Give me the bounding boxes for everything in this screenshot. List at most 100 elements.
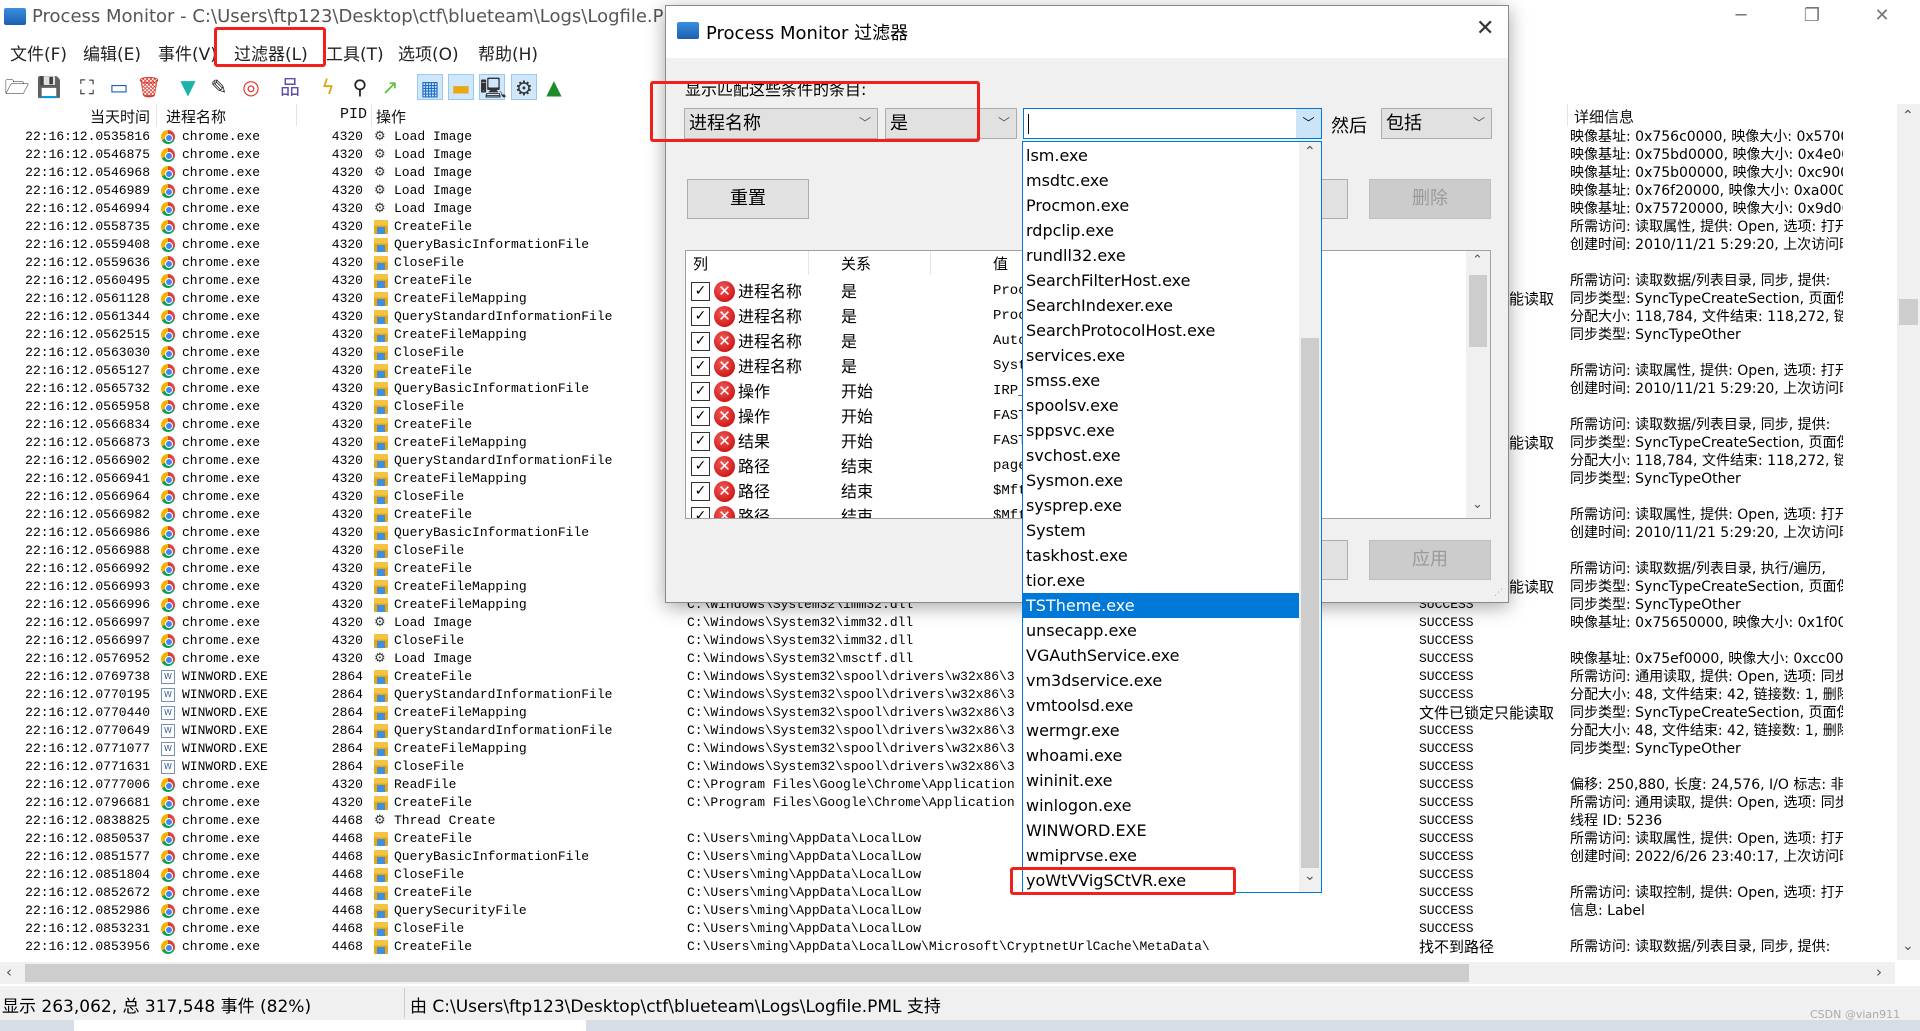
filter-icon[interactable]: ▼	[175, 74, 201, 100]
dropdown-option[interactable]: wermgr.exe	[1023, 718, 1299, 743]
value-input[interactable]: ﹀	[1023, 108, 1322, 139]
list-header-relation[interactable]: 关系	[841, 253, 871, 274]
scroll-up-icon[interactable]: ⌃	[1472, 253, 1483, 268]
dropdown-option[interactable]: rdpclip.exe	[1023, 218, 1299, 243]
dropdown-option[interactable]: Sysmon.exe	[1023, 468, 1299, 493]
table-row[interactable]: 22:16:12.0850537 chrome.exe 4468 CreateFile…	[0, 830, 1895, 848]
menu-item[interactable]: 事件(V)	[158, 40, 217, 65]
dropdown-option[interactable]: smss.exe	[1023, 368, 1299, 393]
dropdown-option[interactable]: sppsvc.exe	[1023, 418, 1299, 443]
filter-checkbox[interactable]: ✓	[691, 357, 710, 376]
scroll-up-icon[interactable]: ⌃	[1304, 144, 1316, 160]
target-icon[interactable]: ◎	[238, 74, 264, 100]
dropdown-option[interactable]: wmiprvse.exe	[1023, 843, 1299, 868]
scroll-down-icon[interactable]: ⌄	[1472, 497, 1483, 512]
highlight-icon[interactable]: ✎	[206, 74, 232, 100]
table-row[interactable]: 22:16:12.0777006 chrome.exe 4320 ReadFile C:…	[0, 776, 1895, 794]
table-row[interactable]: 22:16:12.0851804 chrome.exe 4468 CloseFile C…	[0, 866, 1895, 884]
list-header-column[interactable]: 列	[693, 253, 708, 274]
menu-item[interactable]: 编辑(E)	[83, 40, 141, 65]
registry-icon[interactable]: ▦	[417, 74, 443, 100]
scroll-down-icon[interactable]: ⌄	[1304, 868, 1316, 884]
hscroll-thumb[interactable]	[25, 964, 1469, 982]
table-row[interactable]: 22:16:12.0770649 W WINWORD.EXE 2864 QuerySta…	[0, 722, 1895, 740]
apply-button[interactable]: 应用	[1369, 540, 1491, 580]
delete-button[interactable]: 删除	[1369, 179, 1491, 219]
action-select[interactable]: 包括 ﹀	[1381, 108, 1492, 139]
dropdown-option[interactable]: unsecapp.exe	[1023, 618, 1299, 643]
jump-icon[interactable]: ↗	[377, 74, 403, 100]
table-row[interactable]: 22:16:12.0576952 chrome.exe 4320 ⚙ Load Imag…	[0, 650, 1895, 668]
lightning-icon[interactable]: ϟ	[315, 74, 341, 100]
filter-checkbox[interactable]: ✓	[691, 332, 710, 351]
menu-item[interactable]: 文件(F)	[10, 40, 67, 65]
table-row[interactable]: 22:16:12.0852986 chrome.exe 4468 QuerySecur…	[0, 902, 1895, 920]
find-icon[interactable]: ⚲	[347, 74, 373, 100]
header-process[interactable]: 进程名称	[166, 106, 226, 127]
scroll-thumb[interactable]	[1899, 299, 1918, 325]
scroll-down-icon[interactable]: ⌄	[1902, 938, 1914, 954]
dialog-close-icon[interactable]: ✕	[1476, 16, 1494, 41]
table-row[interactable]: 22:16:12.0566997 chrome.exe 4320 CloseFile C…	[0, 632, 1895, 650]
open-icon[interactable]: 🗁	[4, 74, 30, 100]
filter-checkbox[interactable]: ✓	[691, 382, 710, 401]
filter-checkbox[interactable]: ✓	[691, 282, 710, 301]
scroll-thumb[interactable]	[1469, 275, 1487, 347]
table-row[interactable]: 22:16:12.0796681 chrome.exe 4320 CreateFile…	[0, 794, 1895, 812]
dropdown-option[interactable]: msdtc.exe	[1023, 168, 1299, 193]
scroll-left-icon[interactable]: ‹	[6, 963, 12, 981]
dropdown-option[interactable]: System	[1023, 518, 1299, 543]
header-pid[interactable]: PID	[340, 106, 367, 123]
dropdown-option[interactable]: rundll32.exe	[1023, 243, 1299, 268]
header-time[interactable]: 当天时间	[90, 106, 150, 127]
horizontal-scrollbar[interactable]: ‹ ›	[0, 962, 1895, 984]
dropdown-option[interactable]: vmtoolsd.exe	[1023, 693, 1299, 718]
reset-button[interactable]: 重置	[687, 179, 809, 219]
dropdown-option[interactable]: WINWORD.EXE	[1023, 818, 1299, 843]
profiling-icon[interactable]: ▲	[541, 74, 567, 100]
dropdown-option[interactable]: lsm.exe	[1023, 143, 1299, 168]
table-row[interactable]: 22:16:12.0566997 chrome.exe 4320 ⚙ Load Imag…	[0, 614, 1895, 632]
table-row[interactable]: 22:16:12.0853956 chrome.exe 4468 CreateFile…	[0, 938, 1895, 956]
dropdown-option[interactable]: Procmon.exe	[1023, 193, 1299, 218]
menu-item[interactable]: 帮助(H)	[478, 40, 538, 65]
dropdown-option[interactable]: wininit.exe	[1023, 768, 1299, 793]
table-row[interactable]: 22:16:12.0770440 W WINWORD.EXE 2864 CreateFi…	[0, 704, 1895, 722]
dropdown-option[interactable]: services.exe	[1023, 343, 1299, 368]
table-row[interactable]: 22:16:12.0851577 chrome.exe 4468 QueryBasic…	[0, 848, 1895, 866]
table-row[interactable]: 22:16:12.0771077 W WINWORD.EXE 2864 CreateFi…	[0, 740, 1895, 758]
capture-window-icon[interactable]: ▭	[106, 74, 132, 100]
dropdown-option[interactable]: taskhost.exe	[1023, 543, 1299, 568]
vertical-scrollbar[interactable]: ⌃ ⌄	[1897, 104, 1920, 960]
dropdown-option[interactable]: winlogon.exe	[1023, 793, 1299, 818]
dropdown-option[interactable]: SearchProtocolHost.exe	[1023, 318, 1299, 343]
filter-checkbox[interactable]: ✓	[691, 407, 710, 426]
dropdown-option[interactable]: sysprep.exe	[1023, 493, 1299, 518]
minimize-button[interactable]: ─	[1721, 2, 1761, 30]
header-detail[interactable]: 详细信息	[1574, 106, 1634, 127]
list-header-value[interactable]: 值	[993, 253, 1008, 274]
filter-list-scrollbar[interactable]: ⌃ ⌄	[1466, 251, 1490, 518]
process-thread-icon[interactable]: ⚙	[511, 74, 537, 100]
dropdown-option[interactable]: vm3dservice.exe	[1023, 668, 1299, 693]
dropdown-option[interactable]: spoolsv.exe	[1023, 393, 1299, 418]
resize-grip-icon[interactable]: ⋰	[1494, 588, 1503, 598]
filter-checkbox[interactable]: ✓	[691, 482, 710, 501]
table-row[interactable]: 22:16:12.0771631 W WINWORD.EXE 2864 CloseFil…	[0, 758, 1895, 776]
autoscroll-icon[interactable]: ⛶	[74, 74, 100, 100]
value-dropdown-button[interactable]: ﹀	[1296, 109, 1321, 138]
save-icon[interactable]: 💾	[36, 74, 62, 100]
network-icon[interactable]: 🖳	[479, 74, 507, 100]
clear-icon[interactable]: 🗑	[136, 74, 162, 100]
scroll-up-icon[interactable]: ⌃	[1902, 108, 1914, 124]
dropdown-option[interactable]: whoami.exe	[1023, 743, 1299, 768]
table-row[interactable]: 22:16:12.0853231 chrome.exe 4468 CloseFile C…	[0, 920, 1895, 938]
close-window-button[interactable]: ✕	[1862, 2, 1902, 30]
table-row[interactable]: 22:16:12.0769738 W WINWORD.EXE 2864 CreateFi…	[0, 668, 1895, 686]
filter-checkbox[interactable]: ✓	[691, 307, 710, 326]
dropdown-scrollbar[interactable]: ⌃ ⌄	[1299, 142, 1321, 892]
menu-item[interactable]: 工具(T)	[326, 40, 384, 65]
dropdown-option[interactable]: TSTheme.exe	[1023, 593, 1299, 618]
dropdown-option[interactable]: svchost.exe	[1023, 443, 1299, 468]
table-row[interactable]: 22:16:12.0770195 W WINWORD.EXE 2864 QuerySta…	[0, 686, 1895, 704]
